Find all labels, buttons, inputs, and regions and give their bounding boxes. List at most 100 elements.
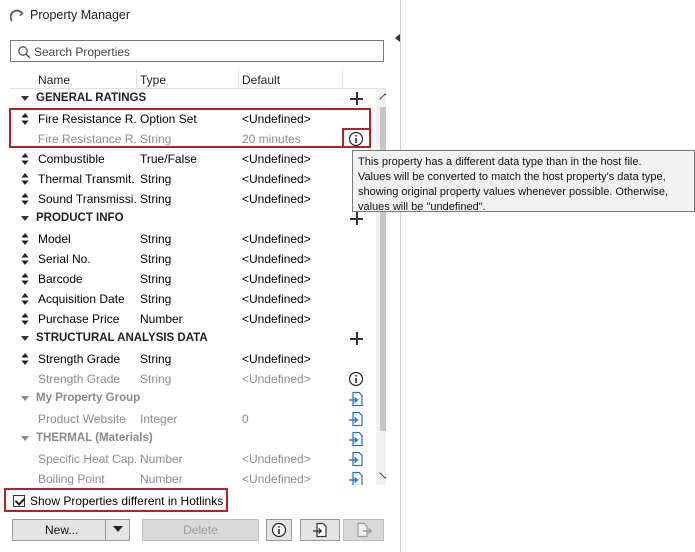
column-divider[interactable]: [136, 69, 137, 89]
sort-arrows-icon[interactable]: [21, 313, 29, 325]
group-row-product-info[interactable]: PRODUCT INFO: [10, 209, 372, 229]
new-button-divider: [105, 520, 106, 540]
property-type: Number: [140, 452, 183, 466]
sort-arrows-icon[interactable]: [21, 353, 29, 365]
tooltip-line: This property has a different data type …: [358, 156, 642, 168]
table-row[interactable]: Combustible True/False <Undefined>: [10, 149, 372, 169]
property-default: <Undefined>: [242, 352, 311, 366]
group-name: THERMAL (Materials): [36, 432, 153, 444]
property-name: Strength Grade: [38, 372, 121, 386]
show-hotlink-differences-checkbox[interactable]: [13, 495, 25, 507]
window-title: Property Manager: [30, 8, 131, 22]
group-row-general-ratings[interactable]: GENERAL RATINGS: [10, 89, 372, 109]
sort-arrows-icon[interactable]: [21, 293, 29, 305]
property-name: Purchase Price: [38, 312, 120, 326]
new-button-label: New...: [45, 523, 79, 537]
property-name: Barcode: [38, 272, 83, 286]
import-icon[interactable]: [348, 471, 364, 485]
search-input[interactable]: Search Properties: [10, 40, 384, 62]
collapse-triangle-icon[interactable]: [21, 336, 29, 341]
table-row[interactable]: Strength Grade String <Undefined>: [10, 349, 372, 369]
property-type: String: [140, 292, 172, 306]
collapse-triangle-icon[interactable]: [21, 216, 29, 221]
sort-arrows-icon[interactable]: [21, 173, 29, 185]
group-name: PRODUCT INFO: [36, 212, 124, 224]
collapse-triangle-icon[interactable]: [21, 436, 29, 441]
table-row[interactable]: Serial No. String <Undefined>: [10, 249, 372, 269]
info-icon[interactable]: [348, 371, 364, 387]
column-header-name[interactable]: Name: [38, 73, 70, 87]
group-row-structural-analysis-data[interactable]: STRUCTURAL ANALYSIS DATA: [10, 329, 372, 349]
export-icon: [357, 522, 372, 538]
plus-icon[interactable]: [350, 332, 364, 346]
property-type: Number: [140, 312, 183, 326]
import-icon[interactable]: [348, 391, 364, 407]
property-name: Model: [38, 232, 71, 246]
table-row[interactable]: Boiling Point Number <Undefined>: [10, 469, 372, 485]
table-row[interactable]: Specific Heat Cap... Number <Undefined>: [10, 449, 372, 469]
sort-arrows-icon[interactable]: [21, 233, 29, 245]
import-icon[interactable]: [348, 431, 364, 447]
group-row-my-property-group[interactable]: My Property Group: [10, 389, 372, 409]
show-different-properties-option[interactable]: Show Properties different in Hotlinks: [4, 488, 228, 512]
property-default: <Undefined>: [242, 172, 311, 186]
property-name: Serial No.: [38, 252, 91, 266]
vertical-scrollbar[interactable]: [376, 89, 386, 485]
property-manager-panel: Property Manager Search Properties Name …: [0, 0, 401, 552]
type-mismatch-tooltip: This property has a different data type …: [352, 150, 695, 213]
sort-arrows-icon[interactable]: [21, 253, 29, 265]
column-divider[interactable]: [342, 69, 343, 89]
scroll-down-icon[interactable]: [379, 467, 386, 479]
group-row-thermal-materials[interactable]: THERMAL (Materials): [10, 429, 372, 449]
table-row[interactable]: Model String <Undefined>: [10, 229, 372, 249]
property-type: String: [140, 192, 172, 206]
property-type: String: [140, 252, 172, 266]
import-icon[interactable]: [348, 411, 364, 427]
property-name: Product Website: [38, 412, 126, 426]
sort-arrows-icon[interactable]: [21, 153, 29, 165]
import-icon: [313, 522, 327, 538]
table-row[interactable]: Barcode String <Undefined>: [10, 269, 372, 289]
chevron-down-icon[interactable]: [113, 526, 123, 532]
property-default: <Undefined>: [242, 272, 311, 286]
info-button[interactable]: [266, 519, 292, 541]
property-default: <Undefined>: [242, 472, 311, 485]
scroll-up-icon[interactable]: [379, 93, 386, 105]
table-row[interactable]: Purchase Price Number <Undefined>: [10, 309, 372, 329]
property-name: Thermal Transmit...: [38, 172, 136, 186]
property-default: <Undefined>: [242, 452, 311, 466]
title-bar: Property Manager: [0, 0, 401, 32]
table-row[interactable]: Thermal Transmit... String <Undefined>: [10, 169, 372, 189]
show-hotlink-differences-label: Show Properties different in Hotlinks: [30, 494, 224, 508]
property-default: <Undefined>: [242, 232, 311, 246]
property-name: Boiling Point: [38, 472, 105, 485]
import-icon[interactable]: [348, 451, 364, 467]
delete-button-label: Delete: [183, 523, 218, 537]
property-type: String: [140, 272, 172, 286]
collapse-triangle-icon[interactable]: [21, 96, 29, 101]
property-name: Acquisition Date: [38, 292, 125, 306]
column-header-type[interactable]: Type: [140, 73, 166, 87]
collapse-triangle-icon[interactable]: [21, 396, 29, 401]
property-name: Specific Heat Cap...: [38, 452, 136, 466]
property-default: <Undefined>: [242, 312, 311, 326]
collapse-panel-arrow-icon[interactable]: [395, 34, 400, 42]
tooltip-line: values will be "undefined".: [358, 201, 486, 213]
column-header-default[interactable]: Default: [242, 73, 280, 87]
property-name: Combustible: [38, 152, 105, 166]
property-default: <Undefined>: [242, 292, 311, 306]
import-property-button[interactable]: [300, 519, 340, 541]
tooltip-line: showing original property values wheneve…: [358, 186, 668, 198]
plus-icon[interactable]: [350, 92, 364, 106]
sort-arrows-icon[interactable]: [21, 193, 29, 205]
table-row[interactable]: Sound Transmissi... String <Undefined>: [10, 189, 372, 209]
delete-button[interactable]: Delete: [142, 519, 259, 541]
sort-arrows-icon[interactable]: [21, 273, 29, 285]
export-property-button[interactable]: [343, 519, 384, 541]
table-row[interactable]: Product Website Integer 0: [10, 409, 372, 429]
column-divider[interactable]: [238, 69, 239, 89]
property-type: Integer: [140, 412, 178, 426]
table-row[interactable]: Strength Grade String <Undefined>: [10, 369, 372, 389]
property-type: String: [140, 372, 172, 386]
table-row[interactable]: Acquisition Date String <Undefined>: [10, 289, 372, 309]
